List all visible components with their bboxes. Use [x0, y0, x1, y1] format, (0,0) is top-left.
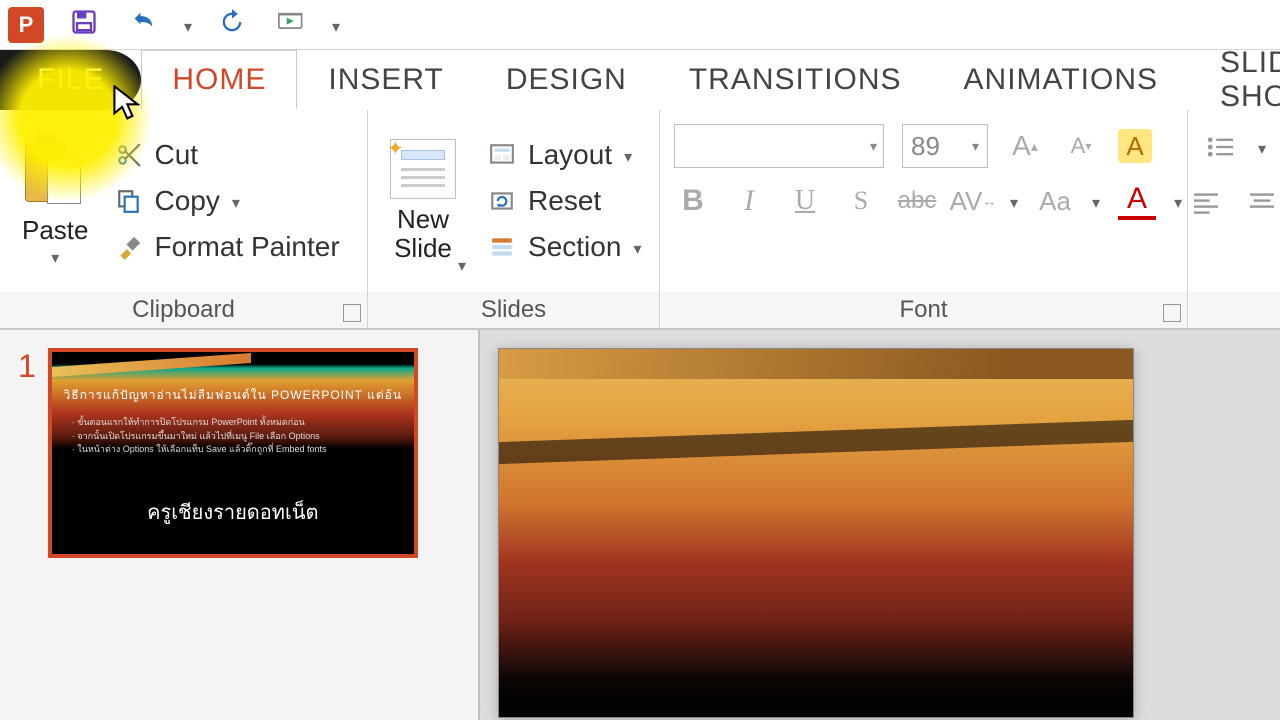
ribbon-tabs: FILE HOME INSERT DESIGN TRANSITIONS ANIM…: [0, 50, 1280, 110]
format-painter-button[interactable]: Format Painter: [115, 231, 340, 263]
redo-button[interactable]: [212, 5, 252, 45]
underline-button[interactable]: U: [786, 182, 824, 220]
increase-font-button[interactable]: A▴: [1006, 127, 1044, 165]
reset-icon: [488, 187, 516, 215]
section-dropdown-icon[interactable]: ▾: [633, 239, 641, 259]
thumbnail-number: 1: [18, 348, 36, 558]
group-label-paragraph: [1188, 292, 1280, 328]
workspace: 1 วิธีการแก้ปัญหาอ่านไม่ลืมฟอนต์ใน POWER…: [0, 330, 1280, 720]
tab-slideshow[interactable]: SLIDE SHOW: [1189, 50, 1280, 110]
clipboard-launcher-icon[interactable]: [343, 304, 361, 322]
copy-icon: [115, 187, 143, 215]
new-slide-icon: ✦: [390, 139, 456, 199]
group-font: ▾ 89 ▾ A▴ A▾ A B I U S abc AV↔ ▾ Aa ▾ A: [660, 110, 1188, 328]
change-case-button[interactable]: Aa: [1036, 182, 1074, 220]
tab-file-label: FILE: [37, 63, 104, 97]
slide-canvas[interactable]: [480, 330, 1280, 720]
font-family-select[interactable]: ▾: [674, 124, 884, 168]
quick-access-toolbar: P ▾ ▾: [0, 0, 1280, 50]
group-label-slides: Slides: [368, 292, 659, 328]
paste-dropdown-icon[interactable]: ▾: [51, 248, 59, 268]
thumb-credit: ครูเชียงรายดอทเน็ต: [52, 496, 414, 528]
thumb-title: วิธีการแก้ปัญหาอ่านไม่ลืมฟอนต์ใน POWERPO…: [52, 386, 414, 405]
tab-insert[interactable]: INSERT: [297, 50, 474, 110]
layout-icon: [488, 141, 516, 169]
paste-icon: [25, 134, 85, 210]
group-slides: ✦ New Slide ▾ Layout ▾ Reset: [368, 110, 660, 328]
present-from-start-button[interactable]: [272, 5, 312, 45]
layout-dropdown-icon[interactable]: ▾: [624, 147, 632, 167]
ribbon-home: Paste ▾ Cut Copy ▾: [0, 110, 1280, 330]
group-label-font: Font: [660, 292, 1187, 328]
tab-file[interactable]: FILE: [0, 50, 141, 110]
bullets-button[interactable]: [1202, 128, 1240, 166]
font-color-button[interactable]: A: [1118, 182, 1156, 220]
clear-formatting-button[interactable]: A: [1118, 129, 1152, 163]
group-clipboard: Paste ▾ Cut Copy ▾: [0, 110, 368, 328]
reset-button[interactable]: Reset: [488, 185, 641, 217]
font-size-select[interactable]: 89 ▾: [902, 124, 988, 168]
new-slide-button[interactable]: ✦ New Slide: [382, 135, 464, 266]
spacing-dropdown-icon[interactable]: ▾: [1010, 193, 1018, 213]
tab-design[interactable]: DESIGN: [475, 50, 658, 110]
tab-transitions[interactable]: TRANSITIONS: [658, 50, 933, 110]
decrease-font-button[interactable]: A▾: [1062, 127, 1100, 165]
copy-dropdown-icon[interactable]: ▾: [232, 193, 240, 213]
group-paragraph: ▾: [1188, 110, 1280, 328]
strikethrough-button[interactable]: abc: [898, 182, 936, 220]
thumb-bullets: · ขั้นตอนแรกให้ทำการปิดโปรแกรม PowerPoin…: [72, 416, 327, 457]
bullets-dropdown-icon[interactable]: ▾: [1258, 139, 1266, 159]
group-label-clipboard: Clipboard: [0, 292, 367, 328]
tab-animations[interactable]: ANIMATIONS: [933, 50, 1189, 110]
paste-button[interactable]: Paste ▾: [14, 130, 97, 273]
font-color-dropdown-icon[interactable]: ▾: [1174, 193, 1182, 213]
thumbnail-preview[interactable]: วิธีการแก้ปัญหาอ่านไม่ลืมฟอนต์ใน POWERPO…: [48, 348, 418, 558]
new-slide-dropdown-icon[interactable]: ▾: [458, 256, 466, 276]
undo-button[interactable]: [124, 5, 164, 45]
save-button[interactable]: [64, 5, 104, 45]
char-spacing-button[interactable]: AV↔: [954, 182, 992, 220]
chevron-down-icon: ▾: [870, 138, 877, 155]
cut-button[interactable]: Cut: [115, 139, 340, 171]
app-logo-icon: P: [8, 7, 44, 43]
qat-customize-icon[interactable]: ▾: [332, 17, 340, 37]
tab-home[interactable]: HOME: [141, 50, 297, 110]
copy-button[interactable]: Copy ▾: [115, 185, 340, 217]
paintbrush-icon: [115, 233, 143, 261]
bold-button[interactable]: B: [674, 182, 712, 220]
align-center-button[interactable]: [1243, 184, 1280, 222]
font-launcher-icon[interactable]: [1163, 304, 1181, 322]
layout-button[interactable]: Layout ▾: [488, 139, 641, 171]
thumbnail-item[interactable]: 1 วิธีการแก้ปัญหาอ่านไม่ลืมฟอนต์ใน POWER…: [18, 348, 460, 558]
italic-button[interactable]: I: [730, 182, 768, 220]
slide-thumbnail-pane[interactable]: 1 วิธีการแก้ปัญหาอ่านไม่ลืมฟอนต์ใน POWER…: [0, 330, 480, 720]
undo-dropdown-icon[interactable]: ▾: [184, 17, 192, 37]
shadow-button[interactable]: S: [842, 182, 880, 220]
section-icon: [488, 233, 516, 261]
section-button[interactable]: Section ▾: [488, 231, 641, 263]
case-dropdown-icon[interactable]: ▾: [1092, 193, 1100, 213]
align-left-button[interactable]: [1187, 184, 1225, 222]
chevron-down-icon: ▾: [972, 138, 979, 155]
slide-background: [498, 348, 1134, 718]
scissors-icon: [115, 141, 143, 169]
